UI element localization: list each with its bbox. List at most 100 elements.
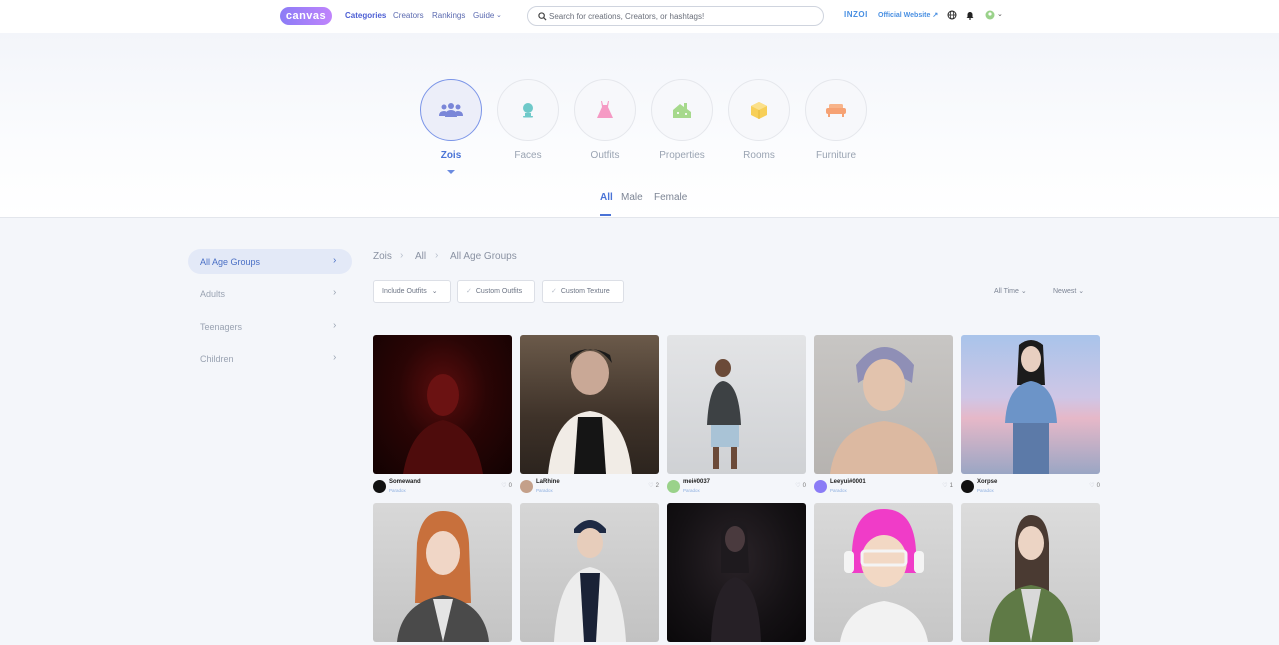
creation-thumbnail[interactable]	[814, 503, 953, 642]
card-meta: Leeyui#0001 Paradox ♡ 1	[814, 479, 953, 501]
cube-icon	[751, 102, 767, 119]
creator-avatar[interactable]	[373, 480, 386, 493]
creation-thumbnail[interactable]	[373, 503, 512, 642]
creator-avatar[interactable]	[961, 480, 974, 493]
creation-card[interactable]: LaRhine Paradox ♡ 2	[520, 335, 659, 501]
creator-name[interactable]: LaRhine	[536, 479, 560, 485]
creator-name[interactable]: Leeyui#0001	[830, 479, 866, 485]
category-outfits[interactable]: Outfits	[573, 79, 637, 161]
creator-tag: Paradox	[830, 488, 847, 493]
character-silhouette	[548, 349, 632, 474]
tab-female[interactable]: Female	[654, 192, 687, 203]
creation-thumbnail[interactable]	[961, 335, 1100, 474]
creation-thumbnail[interactable]	[961, 503, 1100, 642]
like-count[interactable]: ♡ 0	[795, 482, 806, 489]
chevron-down-icon: ⌄	[1020, 288, 1027, 295]
category-zois[interactable]: Zois	[419, 79, 483, 161]
character-silhouette	[711, 519, 761, 642]
category-rooms[interactable]: Rooms	[727, 79, 791, 161]
category-label: Outfits	[590, 150, 620, 161]
like-count[interactable]: ♡ 0	[501, 482, 512, 489]
creation-card[interactable]: Leeyui#0001 Paradox ♡ 1	[814, 335, 953, 501]
time-range-label: All Time	[994, 288, 1019, 295]
creation-thumbnail[interactable]	[814, 335, 953, 474]
chevron-right-icon: ›	[333, 352, 337, 363]
like-count-value: 2	[655, 483, 659, 489]
sidebar-item-all-age-groups[interactable]: All Age Groups ›	[188, 249, 352, 274]
creation-card[interactable]	[961, 503, 1100, 642]
creator-avatar[interactable]	[667, 480, 680, 493]
like-count[interactable]: ♡ 0	[1089, 482, 1100, 489]
creation-thumbnail[interactable]	[373, 335, 512, 474]
creator-name[interactable]: Xorpse	[977, 479, 997, 485]
custom-texture-toggle[interactable]: ✓ Custom Texture	[542, 280, 624, 303]
sidebar-item-teenagers[interactable]: Teenagers ›	[188, 314, 352, 339]
like-count[interactable]: ♡ 2	[648, 482, 659, 489]
official-website-link[interactable]: Official Website ↗	[878, 11, 938, 19]
sofa-icon	[826, 104, 846, 117]
creation-thumbnail[interactable]	[667, 335, 806, 474]
check-icon: ✓	[466, 288, 472, 295]
card-meta: LaRhine Paradox ♡ 2	[520, 479, 659, 501]
creation-card[interactable]	[814, 503, 953, 642]
nav-categories[interactable]: Categories	[345, 11, 386, 20]
include-outfits-dropdown[interactable]: Include Outfits ⌄	[373, 280, 451, 303]
heart-icon: ♡	[942, 483, 948, 489]
breadcrumb-all[interactable]: All	[415, 251, 426, 262]
search-icon	[538, 12, 547, 21]
card-meta: Xorpse Paradox ♡ 0	[961, 479, 1100, 501]
user-avatar-icon[interactable]	[985, 10, 995, 20]
creator-avatar[interactable]	[814, 480, 827, 493]
creation-thumbnail[interactable]	[520, 335, 659, 474]
chevron-right-icon: ›	[435, 250, 439, 261]
heart-icon: ♡	[795, 483, 801, 489]
like-count-value: 1	[949, 483, 953, 489]
breadcrumb-current: All Age Groups	[450, 251, 517, 262]
chevron-down-icon[interactable]: ⌄	[997, 10, 1003, 18]
creation-card[interactable]	[667, 503, 806, 642]
category-label: Faces	[514, 150, 542, 161]
nav-creators[interactable]: Creators	[393, 11, 424, 20]
tab-male[interactable]: Male	[621, 192, 643, 203]
globe-icon[interactable]	[947, 10, 957, 20]
like-count-value: 0	[508, 483, 512, 489]
nav-rankings[interactable]: Rankings	[432, 11, 465, 20]
sort-label: Newest	[1053, 288, 1077, 295]
nav-guide[interactable]: Guide	[473, 11, 494, 20]
category-properties[interactable]: Properties	[650, 79, 714, 161]
tab-all[interactable]: All	[600, 192, 613, 203]
character-silhouette	[403, 374, 483, 474]
chevron-down-icon[interactable]: ⌄	[496, 11, 502, 19]
search-input[interactable]	[549, 10, 809, 23]
creator-name[interactable]: mei#0037	[683, 479, 710, 485]
category-faces[interactable]: Faces	[496, 79, 560, 161]
creation-card[interactable]: Xorpse Paradox ♡ 0	[961, 335, 1100, 501]
filter-label: Custom Texture	[560, 288, 610, 295]
chevron-right-icon: ›	[400, 250, 404, 261]
creator-name[interactable]: Somewand	[389, 479, 421, 485]
category-label: Furniture	[815, 150, 856, 161]
sidebar-item-children[interactable]: Children ›	[188, 346, 352, 371]
breadcrumb-zois[interactable]: Zois	[373, 251, 392, 262]
creation-card[interactable]: mei#0037 Paradox ♡ 0	[667, 335, 806, 501]
dress-icon	[597, 101, 613, 118]
like-count[interactable]: ♡ 1	[942, 482, 953, 489]
creation-card[interactable]: Somewand Paradox ♡ 0	[373, 335, 512, 501]
creation-card[interactable]	[520, 503, 659, 642]
canvas-logo[interactable]: canvas	[280, 7, 332, 25]
custom-outfits-toggle[interactable]: ✓ Custom Outfits	[457, 280, 535, 303]
creator-avatar[interactable]	[520, 480, 533, 493]
chevron-down-icon: ⌄	[431, 288, 438, 295]
category-furniture[interactable]: Furniture	[804, 79, 868, 161]
bell-icon[interactable]	[965, 10, 975, 20]
creation-card[interactable]	[373, 503, 512, 642]
creation-thumbnail[interactable]	[667, 503, 806, 642]
sort-dropdown[interactable]: Newest ⌄	[1053, 287, 1084, 295]
inzoi-brand[interactable]: INZOI	[844, 10, 868, 19]
search-bar[interactable]	[527, 6, 824, 26]
sidebar-item-adults[interactable]: Adults ›	[188, 281, 352, 306]
card-meta: Somewand Paradox ♡ 0	[373, 479, 512, 501]
creation-thumbnail[interactable]	[520, 503, 659, 642]
category-label: Rooms	[743, 150, 775, 161]
time-range-dropdown[interactable]: All Time ⌄	[994, 287, 1027, 295]
